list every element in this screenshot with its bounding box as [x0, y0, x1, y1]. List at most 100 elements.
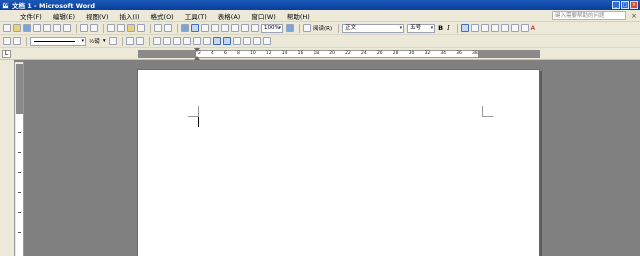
align-cells-icon[interactable] [182, 37, 191, 45]
highlight-icon[interactable] [520, 24, 529, 32]
bullets-icon[interactable] [510, 24, 519, 32]
help-icon[interactable] [286, 24, 294, 32]
align-left-icon[interactable] [460, 24, 469, 32]
align-right-icon[interactable] [480, 24, 489, 32]
menu-insert[interactable]: 插入(I) [120, 11, 140, 21]
toolbar-separator [177, 23, 178, 33]
ruler-number: 22 [345, 51, 351, 56]
ruler-number: 34 [440, 51, 447, 56]
chevron-down-icon[interactable]: ▾ [103, 38, 106, 44]
document-close-icon[interactable]: × [631, 12, 637, 20]
bold-button[interactable]: B [438, 24, 443, 32]
left-margin-area [138, 50, 196, 58]
ruler-number: 26 [376, 51, 383, 56]
vertical-ruler [14, 62, 24, 256]
menu-window[interactable]: 窗口(W) [251, 11, 276, 21]
text-direction-icon[interactable] [232, 37, 241, 45]
draw-table-icon[interactable] [3, 37, 11, 45]
minimize-button[interactable]: _ [612, 1, 620, 9]
cut-icon[interactable] [107, 24, 115, 32]
toolbar-separator [150, 23, 151, 33]
permission-icon[interactable] [33, 24, 41, 32]
toolbar-separator [148, 36, 150, 46]
menu-edit[interactable]: 编辑(E) [53, 11, 75, 21]
read-button[interactable]: 阅读(R) [313, 24, 332, 32]
open-icon[interactable] [13, 24, 21, 32]
autosum-icon[interactable] [262, 37, 271, 45]
right-margin-area [478, 50, 540, 58]
sort-descending-icon[interactable] [252, 37, 261, 45]
show-gridlines-icon[interactable] [222, 37, 231, 45]
copy-icon[interactable] [117, 24, 125, 32]
top-margin-area [16, 64, 23, 114]
indent-marker-icon[interactable] [194, 48, 200, 60]
toolbar-separator [76, 23, 77, 33]
insert-excel-icon[interactable] [211, 24, 219, 32]
style-select[interactable]: 正文 ▾ [342, 23, 405, 33]
split-cells-icon[interactable] [172, 37, 181, 45]
font-size-select[interactable]: 五号 ▾ [407, 23, 436, 33]
save-icon[interactable] [23, 24, 31, 32]
word-app-icon[interactable]: W [2, 1, 9, 9]
print-icon[interactable] [53, 24, 61, 32]
menu-help[interactable]: 帮助(H) [287, 11, 310, 21]
zoom-select[interactable]: 100% ▾ [261, 23, 283, 33]
chevron-down-icon: ▾ [278, 24, 281, 31]
ruler-numbers: 2 4 6 8 10 12 14 16 18 20 22 24 26 28 30 32 34 36 38 [198, 50, 478, 58]
distribute-columns-icon[interactable] [202, 37, 211, 45]
drawing-icon[interactable] [231, 24, 239, 32]
justify-icon[interactable] [490, 24, 499, 32]
toolbar-separator [26, 36, 27, 46]
maximize-button[interactable]: □ [621, 1, 629, 9]
sort-ascending-icon[interactable] [242, 37, 251, 45]
insert-table-icon[interactable] [201, 24, 209, 32]
email-icon[interactable] [43, 24, 51, 32]
redo-icon[interactable] [164, 24, 172, 32]
line-weight-select[interactable]: ½磅 [89, 37, 100, 45]
menu-view[interactable]: 视图(V) [86, 11, 109, 21]
line-style-select[interactable]: ▾ [30, 36, 86, 46]
undo-icon[interactable] [154, 24, 162, 32]
print-preview-icon[interactable] [63, 24, 71, 32]
font-color-button[interactable]: A [531, 24, 535, 32]
menu-table[interactable]: 表格(A) [218, 11, 241, 21]
format-painter-icon[interactable] [137, 24, 145, 32]
ruler-number: 32 [424, 51, 431, 56]
title-bar: W 文档 1 - Microsoft Word _ □ × [0, 0, 640, 10]
horizontal-ruler: L 2 4 6 8 10 12 14 16 18 20 22 24 26 28 30 32 34 36 38 [0, 48, 640, 60]
columns-icon[interactable] [221, 24, 229, 32]
ruler-tick [18, 212, 21, 213]
crop-mark-top-right [482, 106, 493, 117]
document-page[interactable] [137, 69, 540, 256]
research-icon[interactable] [90, 24, 98, 32]
table-autoformat-icon[interactable] [212, 37, 221, 45]
align-center-icon[interactable] [470, 24, 479, 32]
read-icon[interactable] [303, 24, 311, 32]
font-size-value: 五号 [410, 24, 422, 31]
eraser-icon[interactable] [13, 37, 21, 45]
document-map-icon[interactable] [241, 24, 249, 32]
menu-file[interactable]: 文件(F) [20, 11, 42, 21]
borders-icon[interactable] [125, 37, 134, 45]
hyperlink-icon[interactable] [181, 24, 189, 32]
new-document-icon[interactable] [3, 24, 11, 32]
window-controls: _ □ × [612, 1, 638, 9]
paste-icon[interactable] [127, 24, 135, 32]
close-button[interactable]: × [630, 1, 638, 9]
insert-table-icon[interactable] [152, 37, 161, 45]
ruler-tick [18, 232, 21, 233]
help-search-input[interactable]: 键入需要帮助的问题 [552, 11, 626, 20]
toolbar-separator [456, 23, 458, 33]
menu-tools[interactable]: 工具(T) [185, 11, 207, 21]
italic-button[interactable]: I [447, 24, 450, 32]
tables-borders-icon[interactable] [191, 24, 199, 32]
tab-selector[interactable]: L [2, 50, 11, 58]
border-color-icon[interactable] [108, 37, 117, 45]
distribute-rows-icon[interactable] [192, 37, 201, 45]
merge-cells-icon[interactable] [162, 37, 171, 45]
menu-format[interactable]: 格式(O) [151, 11, 174, 21]
spelling-icon[interactable] [80, 24, 88, 32]
show-hide-icon[interactable] [251, 24, 259, 32]
numbering-icon[interactable] [500, 24, 509, 32]
shading-color-icon[interactable] [135, 37, 144, 45]
